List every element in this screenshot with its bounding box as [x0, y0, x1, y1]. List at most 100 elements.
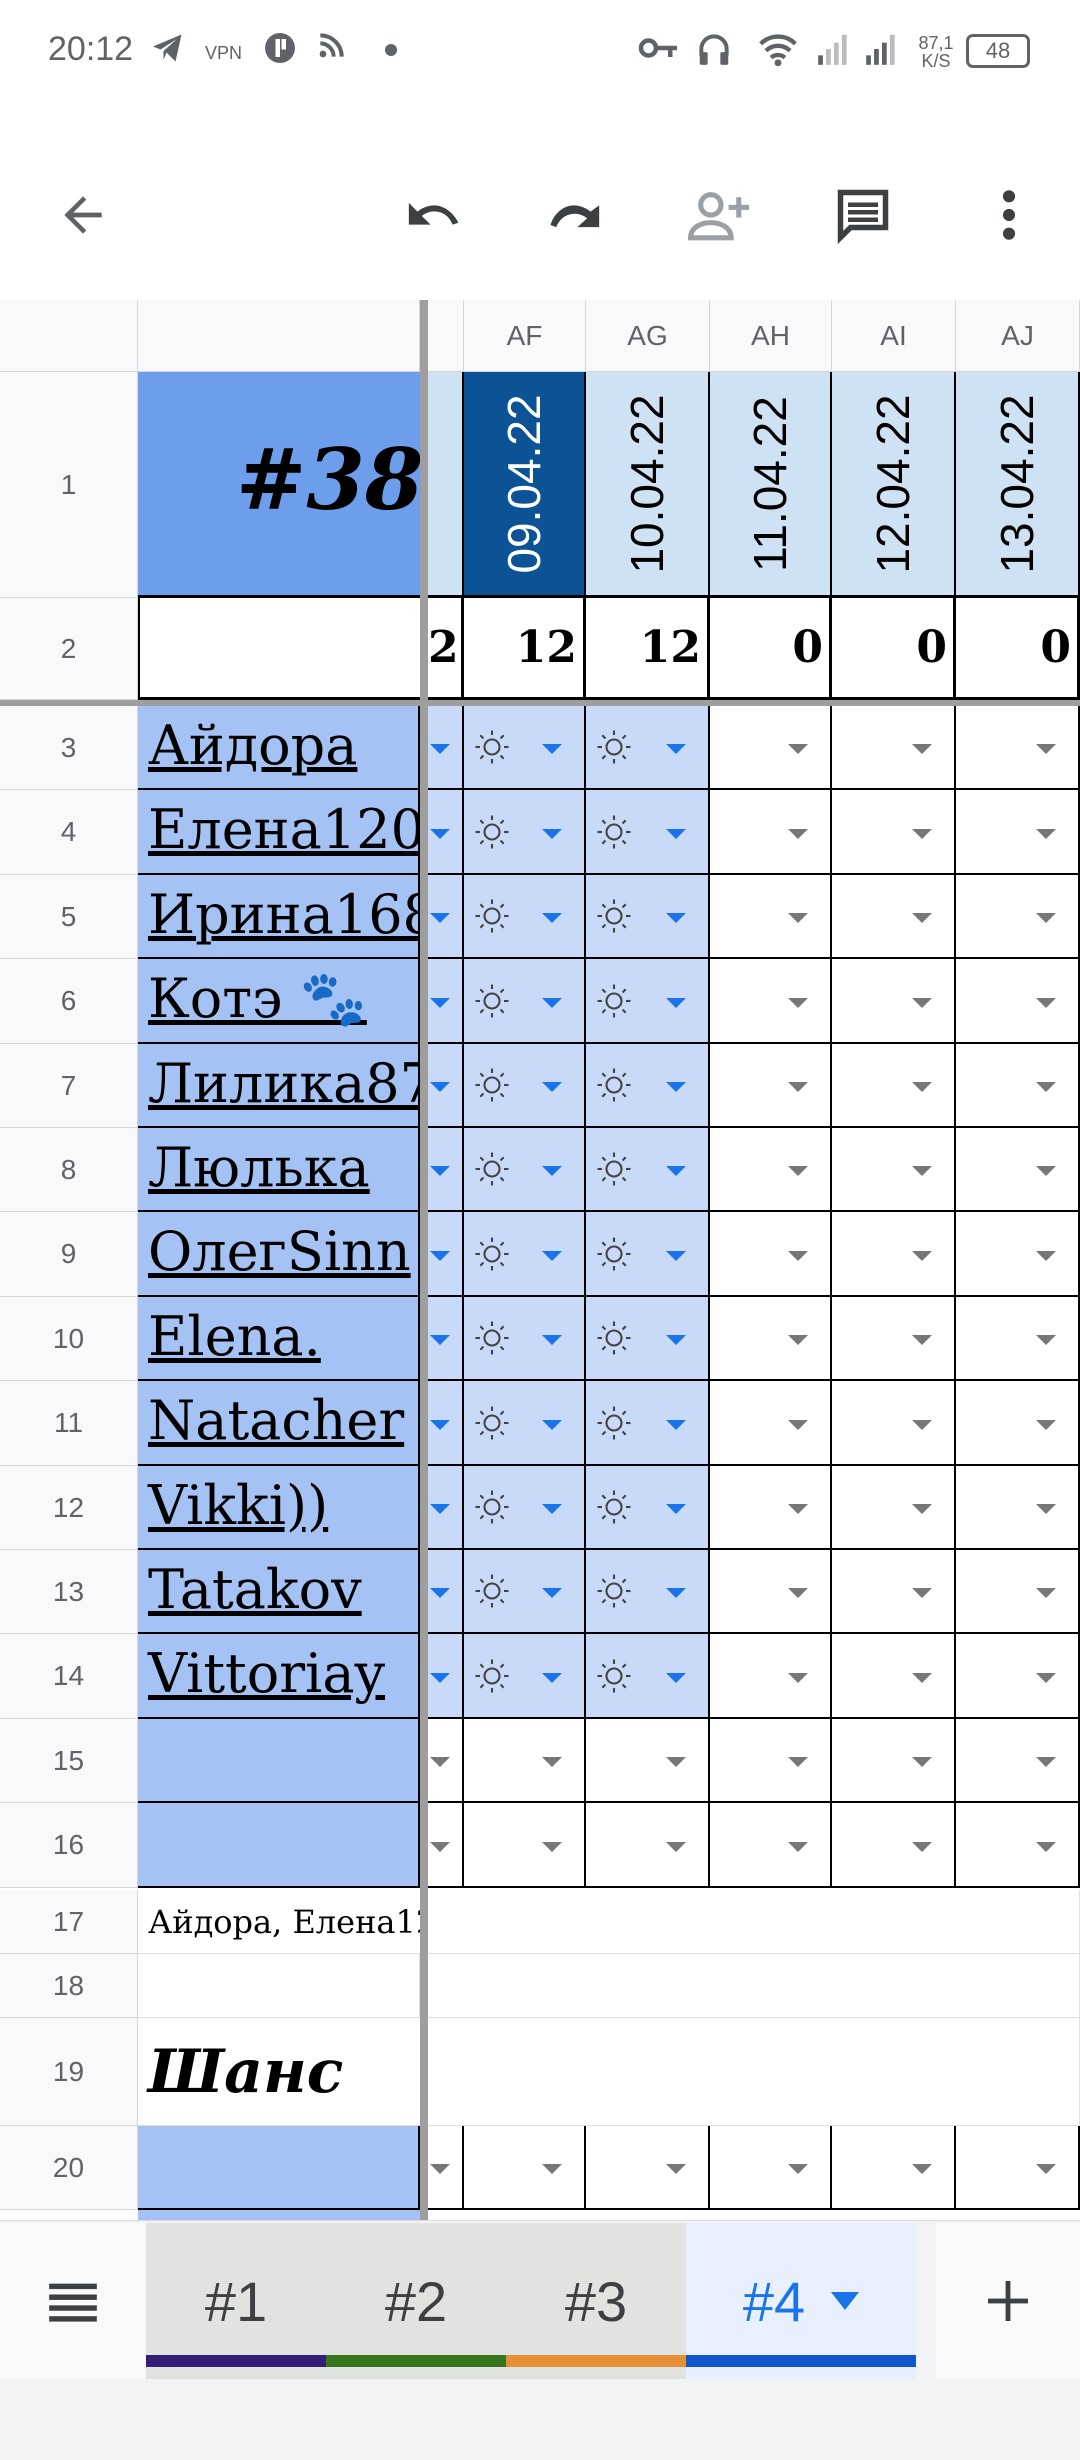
row-header-16[interactable]: 16	[0, 1803, 138, 1888]
dropdown-arrow-icon[interactable]	[542, 913, 562, 923]
dropdown-cell[interactable]	[428, 1803, 464, 1888]
dropdown-cell[interactable]	[464, 790, 586, 875]
dropdown-arrow-icon[interactable]	[666, 1757, 686, 1767]
row-21-name-cell[interactable]	[138, 2210, 420, 2220]
participant-name-cell[interactable]: ОлегSinn	[138, 1212, 420, 1297]
dropdown-arrow-icon[interactable]	[1036, 998, 1056, 1008]
dropdown-cell[interactable]	[586, 1381, 710, 1466]
dropdown-cell[interactable]	[956, 1297, 1080, 1381]
partial-date-cell[interactable]	[428, 372, 464, 598]
dropdown-arrow-icon[interactable]	[430, 1166, 450, 1176]
participant-name-cell[interactable]: Ирина168	[138, 875, 420, 959]
dropdown-arrow-icon[interactable]	[912, 1335, 932, 1345]
dropdown-cell[interactable]	[586, 1212, 710, 1297]
participant-name-cell[interactable]	[138, 1719, 420, 1803]
dropdown-arrow-icon[interactable]	[1036, 1082, 1056, 1092]
dropdown-arrow-icon[interactable]	[542, 998, 562, 1008]
empty-total-label-cell[interactable]	[138, 598, 420, 700]
column-header-aj[interactable]: AJ	[956, 300, 1080, 372]
dropdown-arrow-icon[interactable]	[542, 1504, 562, 1514]
dropdown-cell[interactable]	[428, 1128, 464, 1212]
dropdown-arrow-icon[interactable]	[542, 1335, 562, 1345]
dropdown-cell[interactable]	[956, 2126, 1080, 2210]
dropdown-cell[interactable]	[832, 2126, 956, 2210]
dropdown-cell[interactable]	[428, 875, 464, 959]
dropdown-cell[interactable]	[428, 1466, 464, 1550]
dropdown-arrow-icon[interactable]	[666, 1842, 686, 1852]
dropdown-arrow-icon[interactable]	[788, 1335, 808, 1345]
dropdown-cell[interactable]	[464, 1212, 586, 1297]
total-cell-partial[interactable]: 2	[428, 598, 464, 700]
dropdown-cell[interactable]	[832, 1297, 956, 1381]
dropdown-arrow-icon[interactable]	[831, 2292, 860, 2310]
dropdown-arrow-icon[interactable]	[912, 1504, 932, 1514]
participant-name-cell[interactable]: Vikki))	[138, 1466, 420, 1550]
dropdown-cell[interactable]	[586, 1297, 710, 1381]
dropdown-arrow-icon[interactable]	[430, 829, 450, 839]
add-person-button[interactable]	[676, 170, 766, 260]
dropdown-cell[interactable]	[586, 1803, 710, 1888]
dropdown-cell[interactable]	[710, 1212, 832, 1297]
dropdown-arrow-icon[interactable]	[912, 2164, 932, 2174]
title-cell[interactable]: #38_	[138, 372, 420, 598]
row-header-18[interactable]: 18	[0, 1954, 138, 2018]
dropdown-cell[interactable]	[956, 875, 1080, 959]
dropdown-arrow-icon[interactable]	[542, 744, 562, 754]
dropdown-arrow-icon[interactable]	[430, 1082, 450, 1092]
column-header-partial[interactable]	[428, 300, 464, 372]
dropdown-arrow-icon[interactable]	[430, 998, 450, 1008]
dropdown-cell[interactable]	[832, 1719, 956, 1803]
row-header-4[interactable]: 4	[0, 790, 138, 875]
dropdown-arrow-icon[interactable]	[430, 1335, 450, 1345]
dropdown-cell[interactable]	[464, 1381, 586, 1466]
column-header-af[interactable]: AF	[464, 300, 586, 372]
dropdown-arrow-icon[interactable]	[1036, 1420, 1056, 1430]
dropdown-arrow-icon[interactable]	[542, 1673, 562, 1683]
dropdown-arrow-icon[interactable]	[1036, 1842, 1056, 1852]
participant-name-cell[interactable]: Natacher	[138, 1381, 420, 1466]
total-cell-af[interactable]: 12	[464, 598, 586, 700]
participant-name-cell[interactable]: Айдора	[138, 706, 420, 790]
dropdown-arrow-icon[interactable]	[788, 998, 808, 1008]
dropdown-arrow-icon[interactable]	[912, 744, 932, 754]
dropdown-cell[interactable]	[832, 1381, 956, 1466]
dropdown-cell[interactable]	[586, 1719, 710, 1803]
row-header-1[interactable]: 1	[0, 372, 138, 598]
row-20-name-cell[interactable]	[138, 2126, 420, 2210]
date-cell-af[interactable]: 09.04.22	[464, 372, 586, 598]
date-cell-aj[interactable]: 13.04.22	[956, 372, 1080, 598]
dropdown-cell[interactable]	[832, 1044, 956, 1128]
sheet-tab-4-active[interactable]: #4	[686, 2223, 916, 2379]
column-header-ag[interactable]: AG	[586, 300, 710, 372]
dropdown-cell[interactable]	[710, 1381, 832, 1466]
dropdown-arrow-icon[interactable]	[788, 913, 808, 923]
dropdown-cell[interactable]	[710, 1466, 832, 1550]
dropdown-cell[interactable]	[464, 1634, 586, 1719]
dropdown-cell[interactable]	[956, 959, 1080, 1044]
dropdown-cell[interactable]	[464, 1550, 586, 1634]
dropdown-cell[interactable]	[710, 1719, 832, 1803]
dropdown-arrow-icon[interactable]	[666, 1166, 686, 1176]
frozen-row-divider[interactable]	[0, 700, 1080, 706]
dropdown-arrow-icon[interactable]	[788, 1588, 808, 1598]
dropdown-arrow-icon[interactable]	[912, 913, 932, 923]
dropdown-arrow-icon[interactable]	[788, 1251, 808, 1261]
row-19-cells[interactable]	[428, 2018, 1080, 2126]
dropdown-arrow-icon[interactable]	[666, 2164, 686, 2174]
dropdown-arrow-icon[interactable]	[542, 2164, 562, 2174]
date-cell-ah[interactable]: 11.04.22	[710, 372, 832, 598]
chance-label-cell[interactable]: Шанс	[138, 2018, 420, 2126]
select-all-corner[interactable]	[0, 300, 138, 372]
dropdown-cell[interactable]	[464, 875, 586, 959]
dropdown-arrow-icon[interactable]	[666, 1082, 686, 1092]
dropdown-arrow-icon[interactable]	[430, 1842, 450, 1852]
total-cell-ag[interactable]: 12	[586, 598, 710, 700]
comments-button[interactable]	[818, 170, 908, 260]
dropdown-arrow-icon[interactable]	[1036, 744, 1056, 754]
dropdown-arrow-icon[interactable]	[788, 1842, 808, 1852]
dropdown-arrow-icon[interactable]	[912, 1588, 932, 1598]
dropdown-cell[interactable]	[428, 1044, 464, 1128]
sheet-tab-2[interactable]: #2	[326, 2223, 506, 2379]
dropdown-cell[interactable]	[710, 1634, 832, 1719]
row-header-8[interactable]: 8	[0, 1128, 138, 1212]
